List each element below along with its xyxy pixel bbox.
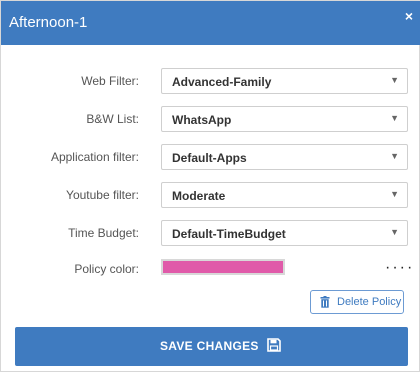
dropdown-arrow-icon: ▼ [390, 189, 399, 199]
bw-list-select[interactable]: WhatsApp ▼ [161, 106, 408, 132]
dropdown-arrow-icon: ▼ [390, 227, 399, 237]
close-icon[interactable]: × [405, 8, 413, 24]
policy-color-swatch [163, 261, 283, 273]
policy-dialog: Afternoon-1 × Web Filter: Advanced-Famil… [0, 0, 420, 372]
time-budget-select[interactable]: Default-TimeBudget ▼ [161, 220, 408, 246]
floppy-disk-icon [267, 338, 281, 352]
bw-list-label: B&W List: [86, 112, 139, 126]
save-changes-button[interactable]: SAVE CHANGES [15, 327, 408, 366]
time-budget-label: Time Budget: [68, 226, 139, 240]
web-filter-label: Web Filter: [81, 74, 139, 88]
application-filter-select[interactable]: Default-Apps ▼ [161, 144, 408, 170]
bw-list-value: WhatsApp [172, 113, 232, 127]
dropdown-arrow-icon: ▼ [390, 151, 399, 161]
web-filter-value: Advanced-Family [172, 75, 272, 89]
policy-color-picker[interactable] [161, 259, 285, 275]
delete-policy-label: Delete Policy [337, 296, 402, 308]
dropdown-arrow-icon: ▼ [390, 75, 399, 85]
youtube-filter-value: Moderate [172, 189, 226, 203]
youtube-filter-select[interactable]: Moderate ▼ [161, 182, 408, 208]
web-filter-select[interactable]: Advanced-Family ▼ [161, 68, 408, 94]
time-budget-value: Default-TimeBudget [172, 227, 286, 241]
application-filter-value: Default-Apps [172, 151, 247, 165]
more-options-icon[interactable]: ···· [385, 259, 414, 277]
save-changes-label: SAVE CHANGES [160, 339, 259, 353]
dialog-title: Afternoon-1 [9, 14, 88, 31]
policy-color-label: Policy color: [74, 262, 139, 276]
delete-policy-button[interactable]: Delete Policy [310, 290, 404, 314]
dropdown-arrow-icon: ▼ [390, 113, 399, 123]
trash-icon [320, 296, 330, 308]
youtube-filter-label: Youtube filter: [66, 188, 139, 202]
dialog-header: Afternoon-1 × [1, 1, 420, 45]
application-filter-label: Application filter: [50, 150, 139, 164]
